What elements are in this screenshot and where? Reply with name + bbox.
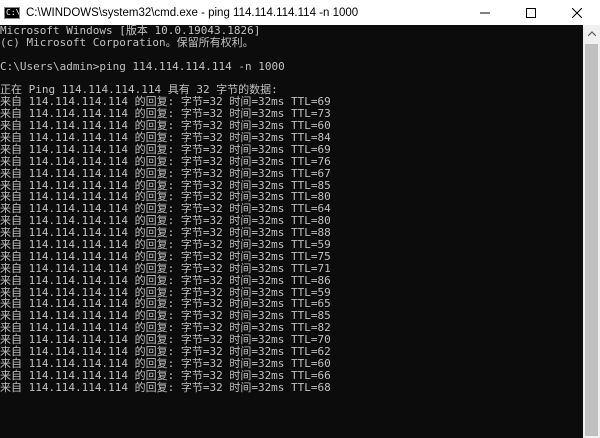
chevron-up-icon — [587, 31, 596, 36]
console-line: 来自 114.114.114.114 的回复: 字节=32 时间=32ms TT… — [0, 368, 331, 382]
console-output[interactable]: Microsoft Windows [版本 10.0.19043.1826] (c… — [0, 25, 583, 438]
console-line: 来自 114.114.114.114 的回复: 字节=32 时间=32ms TT… — [0, 380, 331, 394]
window-controls — [462, 0, 600, 25]
scroll-up-button[interactable] — [583, 25, 600, 42]
console-line: 来自 114.114.114.114 的回复: 字节=32 时间=32ms TT… — [0, 273, 331, 287]
console-line: 来自 114.114.114.114 的回复: 字节=32 时间=32ms TT… — [0, 154, 331, 168]
minimize-icon — [480, 12, 490, 13]
console-line: 来自 114.114.114.114 的回复: 字节=32 时间=32ms TT… — [0, 142, 331, 156]
window-title: C:\WINDOWS\system32\cmd.exe - ping 114.1… — [26, 6, 359, 19]
vertical-scrollbar[interactable] — [583, 25, 600, 438]
title-bar[interactable]: C:\ C:\WINDOWS\system32\cmd.exe - ping 1… — [0, 0, 600, 25]
close-icon — [572, 7, 582, 18]
console-line: (c) Microsoft Corporation。保留所有权利。 — [0, 35, 254, 49]
close-button[interactable] — [554, 0, 600, 25]
maximize-button[interactable] — [508, 0, 554, 25]
scrollbar-thumb[interactable] — [585, 44, 598, 436]
maximize-icon — [526, 7, 536, 18]
minimize-button[interactable] — [462, 0, 508, 25]
cmd-app-icon: C:\ — [4, 6, 20, 19]
console-line: 来自 114.114.114.114 的回复: 字节=32 时间=32ms TT… — [0, 166, 331, 180]
cmd-window: C:\ C:\WINDOWS\system32\cmd.exe - ping 1… — [0, 0, 600, 438]
console-line: C:\Users\admin>ping 114.114.114.114 -n 1… — [0, 59, 285, 73]
console-line: 来自 114.114.114.114 的回复: 字节=32 时间=32ms TT… — [0, 261, 331, 275]
